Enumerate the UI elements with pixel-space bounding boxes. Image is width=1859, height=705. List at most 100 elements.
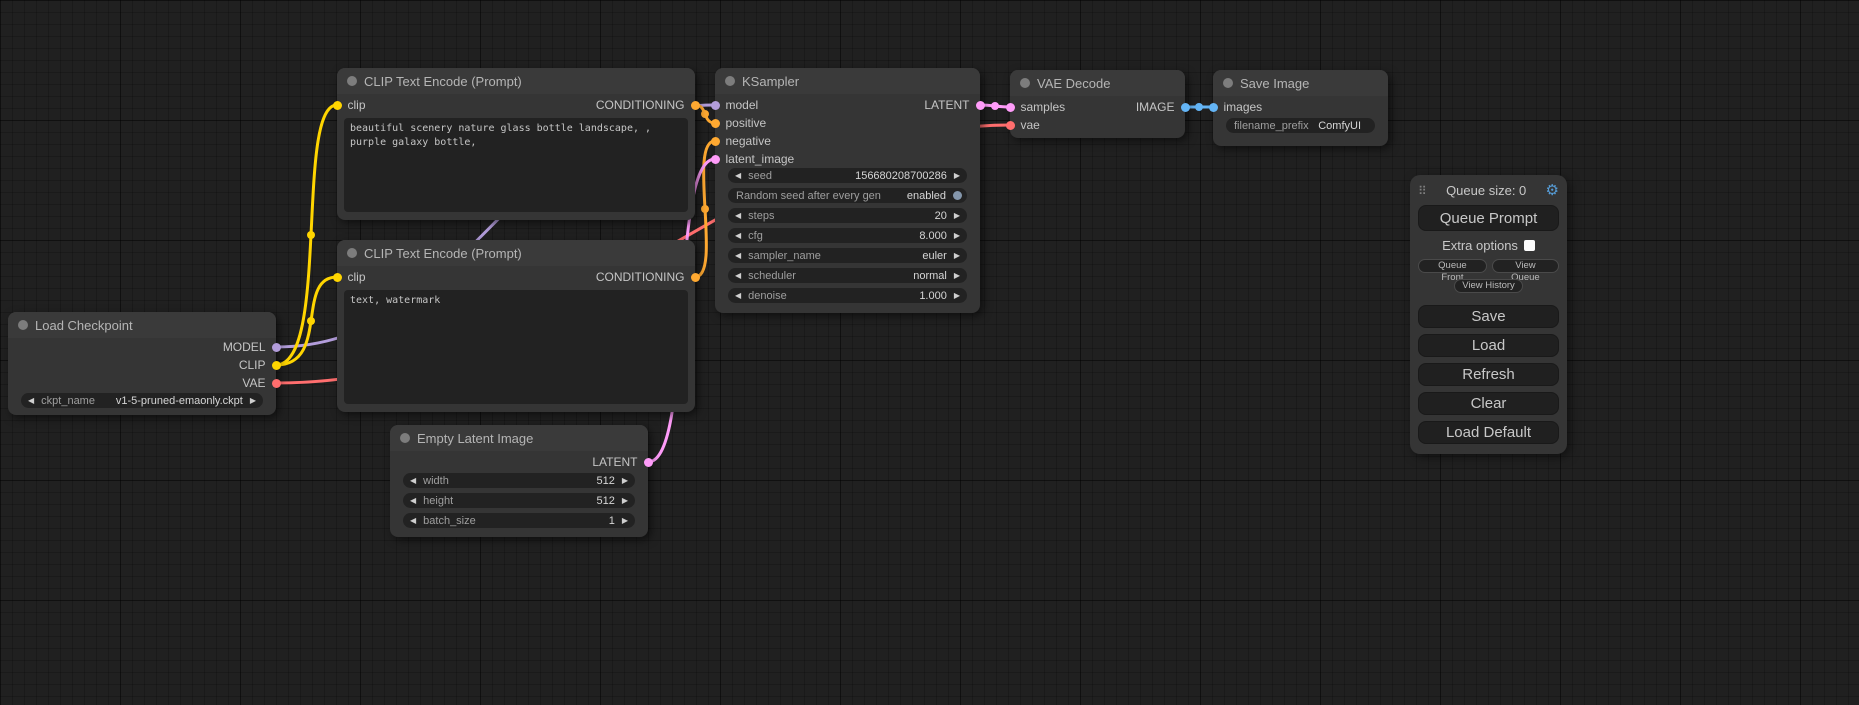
node-load-checkpoint[interactable]: Load Checkpoint MODEL CLIP VAE ◀ ckpt_na…: [8, 312, 276, 415]
arrow-right-icon[interactable]: ▶: [250, 397, 256, 405]
model-slot-dot[interactable]: [711, 101, 720, 110]
vae-decode-title-bar[interactable]: VAE Decode: [1010, 70, 1185, 96]
vae-decode-output-image[interactable]: IMAGE: [1136, 98, 1185, 116]
vae-slot-dot[interactable]: [1006, 121, 1015, 130]
arrow-left-icon[interactable]: ◀: [735, 232, 741, 240]
clip-slot-dot[interactable]: [333, 101, 342, 110]
conditioning-slot-dot[interactable]: [691, 273, 700, 282]
conditioning-slot-dot[interactable]: [711, 119, 720, 128]
node-clip-text-encode-positive[interactable]: CLIP Text Encode (Prompt) clip CONDITION…: [337, 68, 695, 220]
arrow-right-icon[interactable]: ▶: [622, 497, 628, 505]
arrow-right-icon[interactable]: ▶: [954, 252, 960, 260]
steps-widget[interactable]: ◀ steps 20 ▶: [728, 208, 967, 223]
node-empty-latent-image[interactable]: Empty Latent Image LATENT ◀ width 512 ▶ …: [390, 425, 648, 537]
view-history-button[interactable]: View History: [1454, 279, 1523, 293]
arrow-right-icon[interactable]: ▶: [954, 232, 960, 240]
collapse-dot[interactable]: [18, 320, 28, 330]
conditioning-output-slot[interactable]: CONDITIONING: [596, 96, 695, 114]
clear-button[interactable]: Clear: [1418, 392, 1559, 415]
height-widget[interactable]: ◀ height 512 ▶: [403, 493, 635, 508]
conditioning-output-slot[interactable]: CONDITIONING: [596, 268, 695, 286]
sampler-name-widget[interactable]: ◀ sampler_name euler ▶: [728, 248, 967, 263]
clip-encode-title-bar[interactable]: CLIP Text Encode (Prompt): [337, 68, 695, 94]
ksampler-title-bar[interactable]: KSampler: [715, 68, 980, 94]
width-widget[interactable]: ◀ width 512 ▶: [403, 473, 635, 488]
latent-slot-dot[interactable]: [1006, 103, 1015, 112]
arrow-left-icon[interactable]: ◀: [410, 517, 416, 525]
node-save-image[interactable]: Save Image images filename_prefix ComfyU…: [1213, 70, 1388, 146]
extra-options-checkbox[interactable]: [1524, 240, 1535, 251]
load-default-button[interactable]: Load Default: [1418, 421, 1559, 444]
collapse-dot[interactable]: [347, 248, 357, 258]
node-vae-decode[interactable]: VAE Decode samples vae IMAGE: [1010, 70, 1185, 138]
load-button[interactable]: Load: [1418, 334, 1559, 357]
arrow-left-icon[interactable]: ◀: [735, 212, 741, 220]
clip-slot-dot[interactable]: [272, 361, 281, 370]
refresh-button[interactable]: Refresh: [1418, 363, 1559, 386]
cfg-widget[interactable]: ◀ cfg 8.000 ▶: [728, 228, 967, 243]
arrow-left-icon[interactable]: ◀: [735, 292, 741, 300]
node-ksampler[interactable]: KSampler model positive negative latent_…: [715, 68, 980, 313]
ksampler-input-latent-image[interactable]: latent_image: [715, 150, 794, 168]
model-slot-dot[interactable]: [272, 343, 281, 352]
latent-slot-dot[interactable]: [644, 458, 653, 467]
arrow-right-icon[interactable]: ▶: [954, 212, 960, 220]
clip-input-slot[interactable]: clip: [337, 96, 366, 114]
conditioning-slot-dot[interactable]: [711, 137, 720, 146]
latent-slot-dot[interactable]: [711, 155, 720, 164]
arrow-left-icon[interactable]: ◀: [735, 272, 741, 280]
view-queue-button[interactable]: View Queue: [1492, 259, 1559, 273]
denoise-widget[interactable]: ◀ denoise 1.000 ▶: [728, 288, 967, 303]
collapse-dot[interactable]: [1223, 78, 1233, 88]
positive-prompt-textarea[interactable]: beautiful scenery nature glass bottle la…: [344, 118, 688, 212]
load-checkpoint-output-clip[interactable]: CLIP: [239, 356, 276, 374]
empty-latent-title-bar[interactable]: Empty Latent Image: [390, 425, 648, 451]
ksampler-input-negative[interactable]: negative: [715, 132, 771, 150]
arrow-right-icon[interactable]: ▶: [954, 172, 960, 180]
queue-prompt-button[interactable]: Queue Prompt: [1418, 205, 1559, 231]
arrow-right-icon[interactable]: ▶: [954, 292, 960, 300]
conditioning-slot-dot[interactable]: [691, 101, 700, 110]
ckpt-name-widget[interactable]: ◀ ckpt_name v1-5-pruned-emaonly.ckpt ▶: [21, 393, 263, 408]
node-clip-text-encode-negative[interactable]: CLIP Text Encode (Prompt) clip CONDITION…: [337, 240, 695, 412]
save-image-input-images[interactable]: images: [1213, 98, 1262, 116]
ksampler-output-latent[interactable]: LATENT: [924, 96, 980, 114]
latent-slot-dot[interactable]: [976, 101, 985, 110]
scheduler-widget[interactable]: ◀ scheduler normal ▶: [728, 268, 967, 283]
drag-handle-icon[interactable]: ⠿: [1418, 184, 1427, 198]
collapse-dot[interactable]: [347, 76, 357, 86]
settings-gear-icon[interactable]: ⚙: [1546, 183, 1559, 198]
vae-decode-input-samples[interactable]: samples: [1010, 98, 1065, 116]
seed-widget[interactable]: ◀ seed 156680208700286 ▶: [728, 168, 967, 183]
load-checkpoint-output-model[interactable]: MODEL: [223, 338, 276, 356]
batch-size-widget[interactable]: ◀ batch_size 1 ▶: [403, 513, 635, 528]
arrow-left-icon[interactable]: ◀: [735, 252, 741, 260]
arrow-right-icon[interactable]: ▶: [622, 517, 628, 525]
arrow-left-icon[interactable]: ◀: [410, 497, 416, 505]
load-checkpoint-title-bar[interactable]: Load Checkpoint: [8, 312, 276, 338]
vae-slot-dot[interactable]: [272, 379, 281, 388]
collapse-dot[interactable]: [1020, 78, 1030, 88]
clip-input-slot[interactable]: clip: [337, 268, 366, 286]
image-slot-dot[interactable]: [1181, 103, 1190, 112]
collapse-dot[interactable]: [725, 76, 735, 86]
ksampler-input-model[interactable]: model: [715, 96, 758, 114]
save-button[interactable]: Save: [1418, 305, 1559, 328]
toggle-dot[interactable]: [953, 191, 962, 200]
latent-output-slot[interactable]: LATENT: [592, 453, 648, 471]
collapse-dot[interactable]: [400, 433, 410, 443]
negative-prompt-textarea[interactable]: text, watermark: [344, 290, 688, 404]
arrow-left-icon[interactable]: ◀: [735, 172, 741, 180]
load-checkpoint-output-vae[interactable]: VAE: [242, 374, 276, 392]
clip-slot-dot[interactable]: [333, 273, 342, 282]
vae-decode-input-vae[interactable]: vae: [1010, 116, 1040, 134]
queue-front-button[interactable]: Queue Front: [1418, 259, 1487, 273]
arrow-right-icon[interactable]: ▶: [622, 477, 628, 485]
ksampler-input-positive[interactable]: positive: [715, 114, 766, 132]
arrow-right-icon[interactable]: ▶: [954, 272, 960, 280]
filename-prefix-widget[interactable]: filename_prefix ComfyUI: [1226, 118, 1375, 133]
arrow-left-icon[interactable]: ◀: [410, 477, 416, 485]
random-seed-toggle-widget[interactable]: Random seed after every gen enabled: [728, 188, 967, 203]
save-image-title-bar[interactable]: Save Image: [1213, 70, 1388, 96]
clip-encode-title-bar[interactable]: CLIP Text Encode (Prompt): [337, 240, 695, 266]
